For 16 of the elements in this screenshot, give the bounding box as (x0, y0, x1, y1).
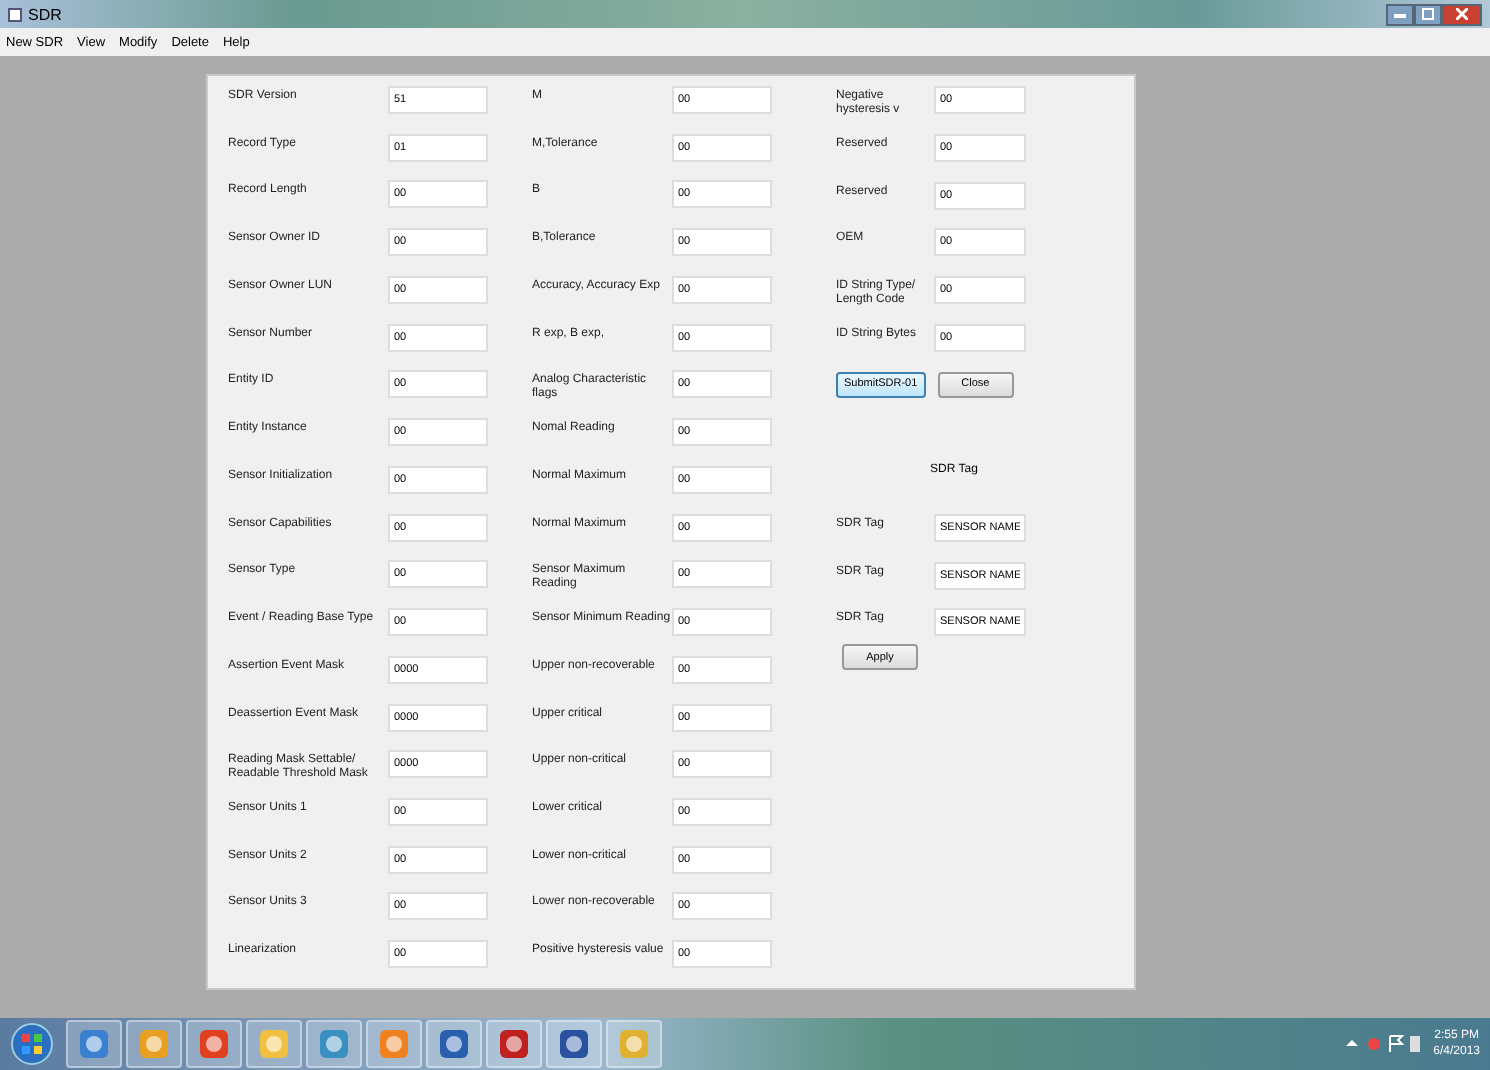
taskbar-app-icon[interactable] (306, 1020, 362, 1068)
taskbar-app-icon[interactable] (426, 1020, 482, 1068)
taskbar-app-icon[interactable] (66, 1020, 122, 1068)
start-button[interactable] (10, 1022, 54, 1066)
app-icon (8, 7, 22, 21)
minimize-icon (1394, 10, 1406, 18)
minimize-button[interactable] (1386, 3, 1414, 25)
maximize-icon (1422, 8, 1434, 20)
tray-icons-drawing (1341, 1034, 1422, 1054)
window-title: SDR (28, 5, 62, 23)
taskbar-app-icon[interactable] (186, 1020, 242, 1068)
maximize-button[interactable] (1414, 3, 1442, 25)
taskbar-app-icon[interactable] (546, 1020, 602, 1068)
close-icon (1456, 8, 1468, 20)
taskbar-app-icon[interactable] (486, 1020, 542, 1068)
close-button[interactable] (1442, 3, 1482, 25)
